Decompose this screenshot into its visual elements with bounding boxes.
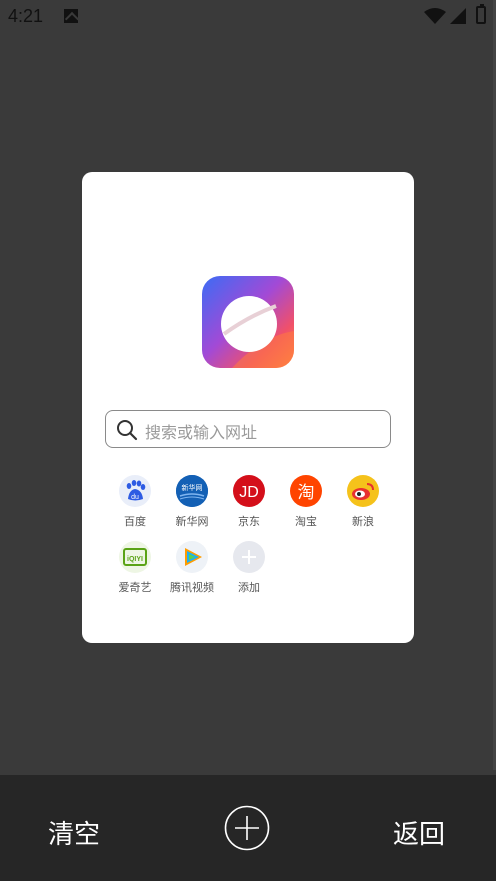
jd-icon: JD [233, 475, 265, 507]
shortcut-jd[interactable]: JD 京东 [221, 475, 277, 529]
back-button[interactable]: 返回 [393, 814, 445, 851]
new-tab-button[interactable] [224, 805, 270, 851]
shortcut-xinhua[interactable]: 新华网 新华网 [164, 475, 220, 529]
svg-text:淘: 淘 [298, 483, 315, 503]
baidu-icon: du [119, 475, 151, 507]
add-shortcut-icon [233, 541, 265, 573]
shortcut-label: 百度 [124, 515, 146, 528]
status-time: 4:21 [8, 6, 44, 26]
bottom-toolbar: 清空 返回 [0, 775, 496, 881]
svg-text:JD: JD [239, 484, 259, 501]
shortcut-iqiyi[interactable]: iQIYI 爱奇艺 [107, 541, 163, 595]
shortcut-taobao[interactable]: 淘 淘宝 [278, 475, 334, 529]
notification-app-icon [64, 9, 78, 23]
wifi-icon [424, 8, 446, 24]
svg-text:iQIYI: iQIYI [127, 556, 143, 563]
search-input[interactable]: 搜索或输入网址 [105, 410, 391, 448]
search-icon [117, 420, 138, 441]
shortcut-sina[interactable]: 新浪 [335, 475, 391, 529]
battery-icon [476, 4, 486, 24]
shortcut-label: 新浪 [352, 515, 374, 528]
status-bar: 4:21 [0, 0, 496, 34]
plus-circle-icon [224, 805, 270, 851]
signal-icon [450, 8, 466, 24]
taobao-icon: 淘 [290, 475, 322, 507]
tencent-video-icon [176, 541, 208, 573]
browser-logo-icon [202, 276, 294, 368]
shortcut-baidu[interactable]: du 百度 [107, 475, 163, 529]
clear-all-button[interactable]: 清空 [48, 814, 100, 851]
shortcut-tencent-video[interactable]: 腾讯视频 [164, 541, 220, 595]
shortcut-add[interactable]: 添加 [221, 541, 277, 595]
shortcut-label: 爱奇艺 [118, 581, 152, 594]
shortcut-label: 添加 [238, 581, 260, 594]
sina-weibo-icon [347, 475, 379, 507]
shortcut-label: 京东 [238, 515, 260, 528]
shortcut-label: 腾讯视频 [170, 581, 214, 594]
iqiyi-icon: iQIYI [119, 541, 151, 573]
xinhua-icon: 新华网 [176, 475, 208, 507]
shortcut-label: 淘宝 [295, 515, 317, 528]
search-placeholder: 搜索或输入网址 [145, 423, 258, 442]
shortcut-label: 新华网 [175, 515, 209, 528]
svg-text:du: du [131, 494, 139, 501]
tab-preview-card[interactable]: 搜索或输入网址 du 百度 新华网 新华网 JD 京东 淘 淘宝 新浪 iQIY… [82, 172, 414, 643]
svg-text:新华网: 新华网 [182, 483, 203, 492]
